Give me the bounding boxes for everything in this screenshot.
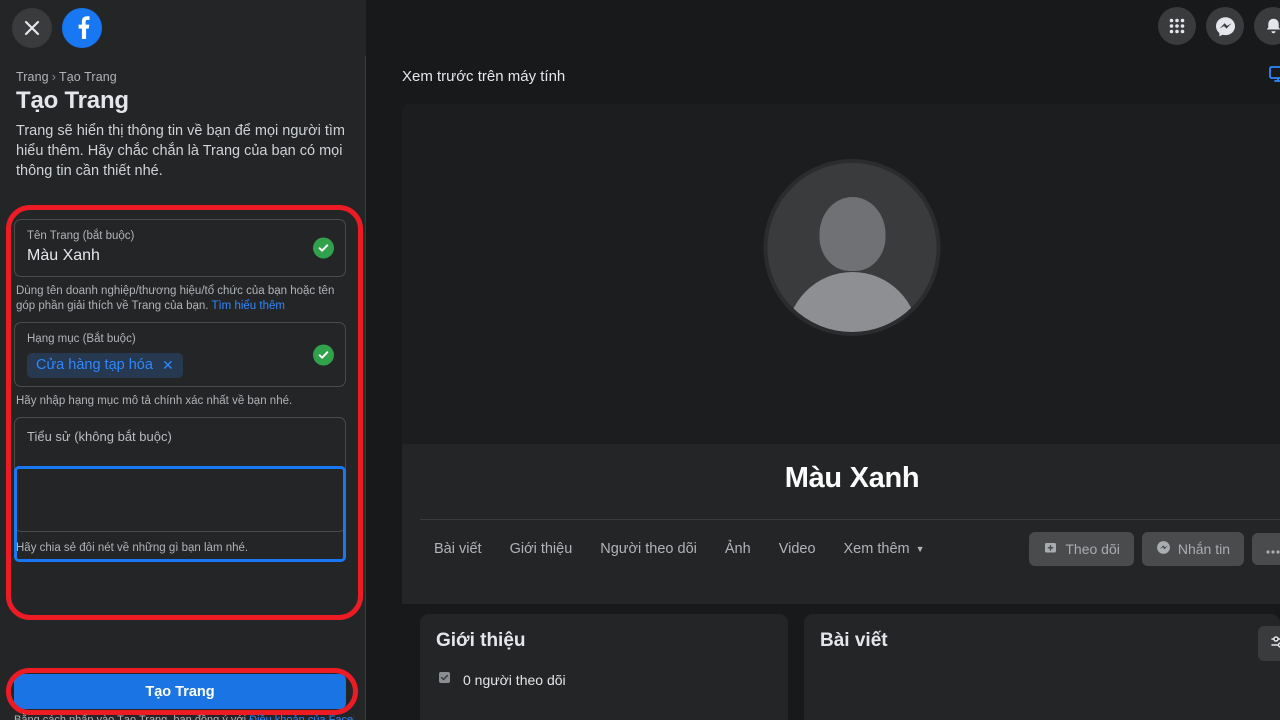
follow-button-label: Theo dõi	[1065, 541, 1120, 557]
check-circle-icon	[313, 237, 334, 259]
facebook-logo-icon[interactable]	[62, 8, 102, 48]
bio-textarea[interactable]: Tiểu sử (không bắt buộc)	[14, 417, 346, 532]
terms-link[interactable]: Điều khoản của Facebook	[249, 714, 354, 720]
preview-panel: Xem trước trên máy tính Màu Xanh Bài viế…	[366, 0, 1280, 720]
page-description: Trang sẽ hiển thị thông tin về bạn để mọ…	[16, 123, 345, 179]
bio-help: Hãy chia sẻ đôi nét về những gì bạn làm …	[16, 542, 249, 554]
tab-see-more[interactable]: Xem thêm ▼	[830, 533, 939, 565]
close-icon[interactable]: ✕	[162, 358, 174, 372]
default-avatar-icon[interactable]	[763, 159, 941, 336]
page-name-value: Màu Xanh	[27, 247, 100, 264]
preview-bottom-cards: Giới thiệu 0 người theo dõi Bài viết	[420, 614, 1280, 720]
posts-card-title: Bài viết	[820, 630, 888, 651]
category-chip-label: Cửa hàng tạp hóa	[36, 357, 153, 373]
tab-see-more-label: Xem thêm	[843, 541, 910, 557]
tab-photos[interactable]: Ảnh	[711, 533, 765, 565]
right-topbar	[1158, 0, 1280, 52]
follow-plus-icon	[1043, 540, 1058, 558]
tab-followers[interactable]: Người theo dõi	[586, 533, 711, 565]
message-button[interactable]: Nhắn tin	[1141, 532, 1244, 566]
terms-note: Bằng cách nhấp vào Tạo Trang, bạn đồng ý…	[14, 713, 354, 720]
category-chip[interactable]: Cửa hàng tạp hóa ✕	[27, 353, 183, 378]
followers-row: 0 người theo dõi	[436, 669, 772, 691]
breadcrumb-current: Tạo Trang	[58, 70, 117, 84]
tab-videos[interactable]: Video	[765, 533, 830, 565]
preview-page-name: Màu Xanh	[784, 462, 920, 494]
message-button-label: Nhắn tin	[1177, 541, 1230, 557]
messenger-icon	[1156, 540, 1171, 558]
page-name-help-text: Dùng tên doanh nghiệp/thương hiệu/tổ chứ…	[16, 285, 335, 312]
more-actions-button[interactable]	[1252, 533, 1280, 565]
breadcrumb-separator: ›	[51, 70, 56, 84]
tab-posts[interactable]: Bài viết	[420, 533, 496, 565]
close-icon[interactable]	[12, 8, 52, 48]
category-label: Hạng mục (Bắt buộc)	[27, 333, 136, 345]
page-title: Tạo Trang	[16, 87, 129, 114]
followers-count-text: 0 người theo dõi	[463, 672, 566, 688]
learn-more-link[interactable]: Tìm hiểu thêm	[211, 300, 285, 312]
followers-icon	[436, 669, 453, 691]
desktop-monitor-icon[interactable]	[1268, 64, 1280, 89]
preview-header: Xem trước trên máy tính	[402, 64, 1280, 89]
tab-about[interactable]: Giới thiệu	[496, 533, 587, 565]
preview-tabs: Bài viết Giới thiệu Người theo dõi Ảnh V…	[402, 520, 1280, 566]
about-card: Giới thiệu 0 người theo dõi	[420, 614, 788, 720]
sliders-filter-icon	[1270, 634, 1280, 653]
preview-title: Xem trước trên máy tính	[402, 68, 566, 85]
avatar-body	[786, 272, 918, 332]
posts-card: Bài viết Bộ lọc	[804, 614, 1280, 720]
check-circle-icon	[313, 344, 334, 365]
terms-note-text: Bằng cách nhấp vào Tạo Trang, bạn đồng ý…	[14, 714, 247, 720]
left-topbar	[0, 0, 366, 56]
page-name-help: Dùng tên doanh nghiệp/thương hiệu/tổ chứ…	[16, 284, 344, 314]
category-field[interactable]: Hạng mục (Bắt buộc) Cửa hàng tạp hóa ✕	[14, 322, 346, 387]
create-page-button[interactable]: Tạo Trang	[14, 674, 346, 709]
create-page-form-panel: Trang › Tạo Trang Tạo Trang Trang sẽ hiển …	[0, 0, 366, 720]
bio-placeholder: Tiểu sử (không bắt buộc)	[27, 429, 172, 444]
page-preview-card: Màu Xanh Bài viết Giới thiệu Người theo …	[402, 104, 1280, 604]
category-help: Hãy nhập hạng mục mô tả chính xác nhất v…	[16, 395, 293, 407]
messenger-icon[interactable]	[1206, 7, 1244, 45]
ellipsis-icon	[1266, 541, 1280, 557]
cover-photo-area[interactable]	[402, 104, 1280, 444]
filter-button[interactable]: Bộ lọc	[1258, 626, 1280, 661]
notifications-icon[interactable]	[1254, 7, 1280, 45]
chevron-down-icon: ▼	[915, 544, 925, 554]
app-root: Trang › Tạo Trang Tạo Trang Trang sẽ hiển …	[0, 0, 1280, 720]
about-card-title: Giới thiệu	[436, 630, 526, 651]
breadcrumb-root[interactable]: Trang	[16, 70, 49, 84]
avatar-head	[819, 197, 885, 271]
page-name-field[interactable]: Tên Trang (bắt buộc) Màu Xanh	[14, 219, 346, 277]
page-name-label: Tên Trang (bắt buộc)	[27, 230, 135, 242]
form-fields: Tên Trang (bắt buộc) Màu Xanh Dùng tên d…	[14, 219, 346, 564]
follow-button[interactable]: Theo dõi	[1029, 532, 1134, 566]
breadcrumb: Trang › Tạo Trang	[16, 70, 350, 84]
grid-menu-icon[interactable]	[1158, 7, 1196, 45]
